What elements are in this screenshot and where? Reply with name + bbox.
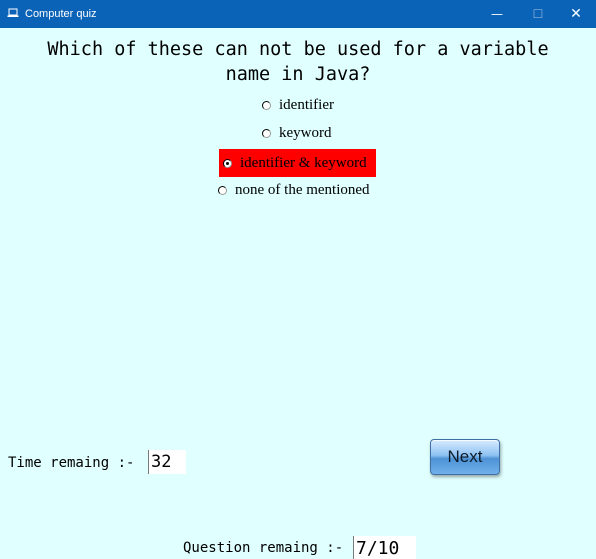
- option-keyword[interactable]: keyword: [262, 121, 332, 145]
- option-none-of-the-mentioned[interactable]: none of the mentioned: [218, 178, 370, 202]
- radio-button[interactable]: [262, 128, 271, 138]
- minimize-button[interactable]: —: [477, 0, 517, 28]
- question-text: Which of these can not be used for a var…: [47, 39, 549, 85]
- quiz-panel: Which of these can not be used for a var…: [0, 28, 596, 559]
- option-label: none of the mentioned: [235, 181, 370, 198]
- questions-remaining-field: 7/10: [353, 536, 416, 559]
- time-remaining-field: 32: [148, 450, 186, 474]
- close-button[interactable]: ✕: [556, 0, 596, 28]
- window-title: Computer quiz: [25, 8, 97, 20]
- time-remaining-label: Time remaing :-: [8, 455, 135, 471]
- next-button[interactable]: Next: [430, 439, 500, 475]
- laptop-icon: [7, 8, 19, 17]
- radio-button[interactable]: [262, 100, 271, 110]
- radio-button-checked[interactable]: [223, 158, 232, 168]
- option-identifier[interactable]: identifier: [262, 93, 334, 117]
- option-label: keyword: [279, 124, 332, 141]
- option-label: identifier & keyword: [240, 154, 367, 171]
- title-bar: Computer quiz — ☐ ✕: [0, 0, 596, 28]
- option-label: identifier: [279, 96, 334, 113]
- questions-remaining-label: Question remaing :-: [183, 540, 344, 556]
- maximize-button[interactable]: ☐: [518, 0, 558, 28]
- option-identifier-and-keyword[interactable]: identifier & keyword: [219, 149, 376, 177]
- radio-button[interactable]: [218, 185, 227, 195]
